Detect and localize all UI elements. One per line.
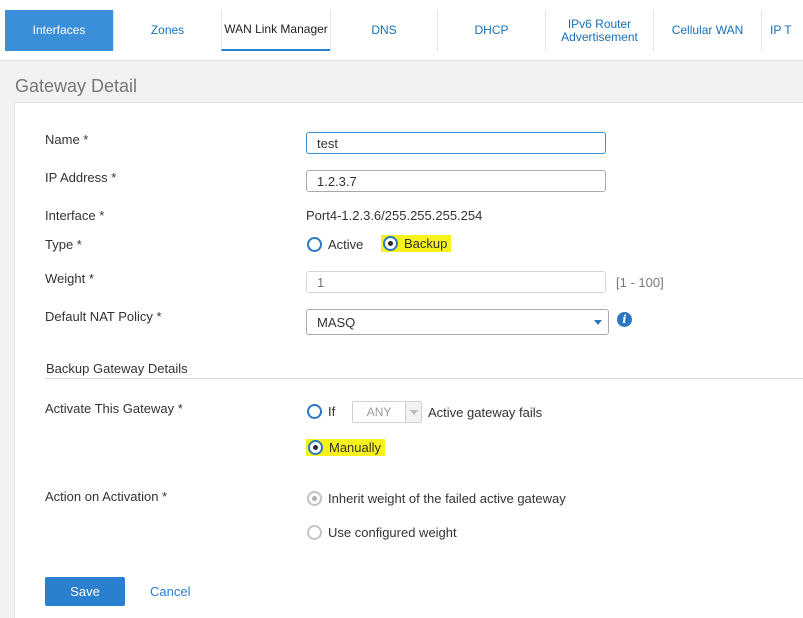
ip-address-input[interactable]	[306, 170, 606, 192]
tab-label: IP T	[770, 23, 792, 37]
ip-address-label: IP Address *	[45, 170, 117, 185]
tab-dhcp[interactable]: DHCP	[437, 10, 545, 51]
radio-label: If	[328, 404, 336, 419]
tab-cellular-wan[interactable]: Cellular WAN	[653, 10, 761, 51]
tab-bar: Interfaces Zones WAN Link Manager DNS DH…	[0, 0, 803, 61]
tab-ip-tunnels[interactable]: IP T	[761, 10, 803, 51]
gateway-detail-panel: Name * IP Address * Interface * Port4-1.…	[14, 102, 803, 618]
action-configured-radio[interactable]: Use configured weight	[307, 525, 457, 540]
weight-input[interactable]	[306, 271, 606, 293]
name-input[interactable]	[306, 132, 606, 154]
radio-circle-icon	[307, 525, 322, 540]
highlight-mark: Manually	[306, 439, 386, 456]
interface-value: Port4-1.2.3.6/255.255.255.254	[306, 208, 483, 223]
activate-if-radio[interactable]: If	[307, 404, 335, 419]
radio-label: Manually	[329, 440, 382, 455]
any-gateway-select[interactable]: ANY	[352, 401, 422, 423]
tab-zones[interactable]: Zones	[113, 10, 221, 51]
nat-policy-label: Default NAT Policy *	[45, 309, 162, 324]
radio-circle-icon	[307, 404, 322, 419]
chevron-down-icon	[594, 320, 602, 325]
active-gateway-fails-label: Active gateway fails	[428, 405, 543, 420]
tab-label: DHCP	[474, 23, 509, 37]
radio-label: Use configured weight	[328, 525, 457, 540]
nat-policy-value: MASQ	[317, 314, 356, 330]
section-title-backup-gateway: Backup Gateway Details	[46, 361, 188, 376]
chevron-down-icon	[405, 402, 421, 422]
name-label: Name *	[45, 132, 89, 147]
radio-checked-icon	[307, 491, 322, 506]
tab-label: Interfaces	[32, 23, 86, 37]
save-button[interactable]: Save	[45, 577, 125, 606]
tab-wan-link-manager[interactable]: WAN Link Manager	[221, 10, 330, 51]
info-icon[interactable]: i	[617, 312, 632, 327]
tab-label: Cellular WAN	[671, 23, 744, 37]
activate-manually-radio[interactable]: Manually	[306, 439, 386, 456]
action-inherit-radio[interactable]: Inherit weight of the failed active gate…	[307, 491, 566, 506]
action-on-activation-label: Action on Activation *	[45, 489, 168, 504]
type-active-radio[interactable]: Active	[307, 237, 363, 252]
tab-interfaces[interactable]: Interfaces	[5, 10, 113, 51]
activate-gateway-label: Activate This Gateway *	[45, 401, 183, 416]
type-backup-radio[interactable]: Backup	[381, 235, 452, 252]
radio-checked-icon	[383, 236, 398, 251]
nat-policy-select[interactable]: MASQ	[306, 309, 609, 335]
weight-range-hint: [1 - 100]	[616, 275, 664, 290]
type-label: Type *	[45, 237, 82, 252]
cancel-link[interactable]: Cancel	[150, 584, 190, 599]
interface-label: Interface *	[45, 208, 105, 223]
radio-label: Active	[328, 237, 364, 252]
tab-label: Zones	[150, 23, 185, 37]
tab-label: IPv6 Router Advertisement	[561, 16, 638, 44]
tab-label: DNS	[371, 23, 397, 37]
weight-label: Weight *	[45, 271, 94, 286]
radio-label: Inherit weight of the failed active gate…	[328, 491, 566, 506]
any-gateway-value: ANY	[366, 405, 392, 419]
tab-label: WAN Link Manager	[224, 22, 328, 36]
radio-checked-icon	[308, 440, 323, 455]
highlight-mark: Backup	[381, 235, 452, 252]
tab-dns[interactable]: DNS	[330, 10, 437, 51]
page-title: Gateway Detail	[15, 76, 138, 96]
radio-label: Backup	[404, 236, 448, 251]
tab-ipv6-router-advertisement[interactable]: IPv6 Router Advertisement	[545, 10, 653, 51]
radio-circle-icon	[307, 237, 322, 252]
section-divider	[45, 378, 803, 379]
